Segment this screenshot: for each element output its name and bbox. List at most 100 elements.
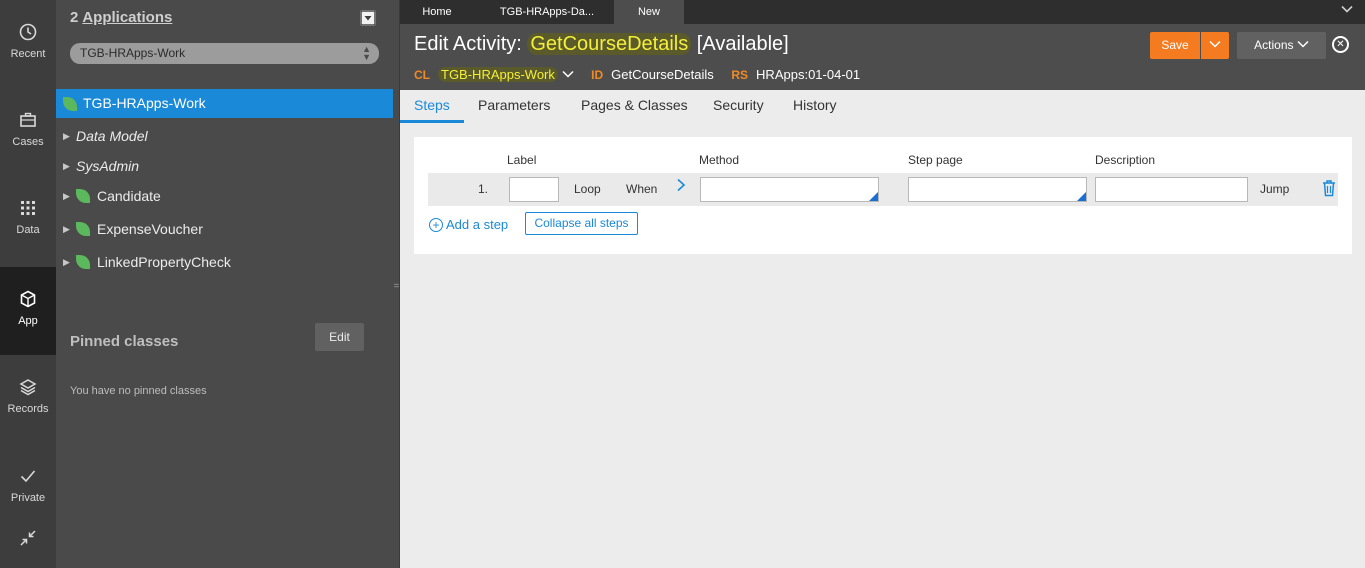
column-header-method: Method — [699, 153, 740, 167]
rail-item-cases[interactable]: Cases — [0, 88, 56, 176]
rail-label: Data — [16, 224, 40, 236]
nav-rail: Recent Cases Data App Records Private — [0, 0, 56, 568]
splitter-grip-icon[interactable]: = — [393, 281, 400, 292]
tree-node-expensevoucher[interactable]: ▶ ExpenseVoucher — [56, 216, 393, 242]
rail-item-app[interactable]: App — [0, 267, 56, 355]
expand-step-arrow-icon[interactable] — [676, 178, 686, 197]
title-status: [Available] — [696, 33, 789, 55]
tree-node-sysadmin[interactable]: ▶ SysAdmin — [56, 153, 393, 179]
tab-history[interactable]: History — [793, 97, 837, 113]
pinned-edit-button[interactable]: Edit — [315, 323, 364, 351]
column-header-label: Label — [507, 153, 537, 167]
chevron-down-icon[interactable] — [561, 69, 574, 79]
step-number: 1. — [478, 182, 489, 196]
rail-item-records[interactable]: Records — [0, 355, 56, 443]
rail-item-recent[interactable]: Recent — [0, 0, 56, 88]
leaf-icon — [76, 255, 90, 269]
application-select[interactable]: TGB-HRApps-Work ▲ ▼ — [70, 43, 379, 64]
applications-header: 2 Applications — [70, 9, 172, 26]
jump-link[interactable]: Jump — [1260, 182, 1289, 196]
collapse-all-steps-button[interactable]: Collapse all steps — [525, 212, 638, 235]
application-select-value: TGB-HRApps-Work — [80, 46, 186, 60]
tree-node-candidate[interactable]: ▶ Candidate — [56, 183, 393, 209]
description-input[interactable] — [1095, 177, 1248, 202]
title-activity-name: GetCourseDetails — [527, 33, 692, 55]
class-value: TGB-HRApps-Work — [438, 67, 558, 82]
pinned-empty-message: You have no pinned classes — [70, 385, 207, 397]
tree-node-label: TGB-HRApps-Work — [83, 95, 206, 111]
rail-label: Recent — [10, 48, 46, 60]
tree-node-linkedpropertycheck[interactable]: ▶ LinkedPropertyCheck — [56, 249, 393, 275]
layers-icon — [19, 379, 37, 396]
page-title: Edit Activity: GetCourseDetails [Availab… — [414, 33, 789, 56]
collapse-rail-button[interactable] — [0, 528, 56, 554]
tree-node-label: Candidate — [97, 188, 161, 204]
actions-label: Actions — [1254, 38, 1294, 52]
tree-node-label: ExpenseVoucher — [97, 221, 203, 237]
tab-pages-classes[interactable]: Pages & Classes — [581, 97, 688, 113]
tab-tgb-hrapps[interactable]: TGB-HRApps-Da... — [480, 0, 614, 24]
id-key: ID — [591, 68, 604, 82]
autocomplete-corner-icon — [1077, 192, 1086, 201]
application-count: 2 — [70, 9, 79, 26]
tab-steps[interactable]: Steps — [414, 97, 450, 113]
save-button[interactable]: Save — [1150, 32, 1200, 59]
check-icon — [20, 470, 36, 483]
workspace-tabs: Home TGB-HRApps-Da... New — [400, 0, 1365, 24]
collapse-arrows-icon — [20, 530, 36, 546]
tab-home[interactable]: Home — [400, 0, 474, 24]
tab-security[interactable]: Security — [713, 97, 764, 113]
add-step-link[interactable]: + Add a step — [429, 217, 508, 232]
step-page-input[interactable] — [908, 177, 1087, 202]
briefcase-icon — [20, 112, 36, 127]
add-step-label: Add a step — [446, 217, 509, 232]
rule-form-tabs: Steps Parameters Pages & Classes Securit… — [400, 90, 1365, 123]
explorer-menu-button[interactable] — [360, 10, 376, 26]
tree-node-selected[interactable]: TGB-HRApps-Work — [56, 89, 393, 118]
rail-item-private[interactable]: Private — [0, 444, 56, 532]
pinned-classes-title: Pinned classes — [70, 333, 179, 350]
expand-triangle-icon[interactable]: ▶ — [63, 123, 70, 149]
select-spinner-icon: ▲ ▼ — [362, 44, 371, 62]
column-header-step-page: Step page — [908, 153, 963, 167]
active-tab-indicator — [400, 120, 464, 123]
cube-icon — [20, 290, 36, 308]
plus-circle-icon: + — [429, 218, 443, 232]
actions-button[interactable]: Actions — [1237, 32, 1326, 59]
rule-meta: CL TGB-HRApps-Work ID GetCourseDetails RS H… — [414, 67, 874, 82]
expand-triangle-icon[interactable]: ▶ — [63, 249, 70, 275]
chevron-down-icon[interactable] — [1341, 4, 1353, 17]
tab-parameters[interactable]: Parameters — [478, 97, 550, 113]
rail-item-data[interactable]: Data — [0, 176, 56, 264]
panel-splitter[interactable]: = — [393, 0, 400, 568]
steps-panel: Label Method Step page Description 1. Lo… — [414, 137, 1352, 254]
rail-label: Records — [7, 403, 49, 415]
close-icon[interactable]: ✕ — [1332, 36, 1349, 53]
leaf-icon — [76, 222, 90, 236]
trash-icon[interactable] — [1322, 179, 1336, 197]
expand-triangle-icon[interactable]: ▶ — [63, 216, 70, 242]
step-label-input[interactable] — [509, 177, 559, 202]
clock-icon — [19, 23, 37, 41]
chevron-down-icon — [1209, 40, 1221, 48]
applications-link[interactable]: Applications — [82, 9, 172, 26]
rs-key: RS — [731, 68, 749, 82]
rs-value[interactable]: HRApps:01-04-01 — [756, 67, 860, 82]
cl-key: CL — [414, 68, 430, 82]
method-input[interactable] — [700, 177, 879, 202]
class-link[interactable]: TGB-HRApps-Work — [438, 67, 574, 82]
when-link[interactable]: When — [626, 182, 657, 196]
grid-icon — [21, 201, 35, 215]
loop-link[interactable]: Loop — [574, 182, 601, 196]
tab-new[interactable]: New — [614, 0, 684, 24]
tree-node-data-model[interactable]: ▶ Data Model — [56, 123, 393, 149]
rule-header: Edit Activity: GetCourseDetails [Availab… — [400, 24, 1365, 90]
save-menu-button[interactable] — [1201, 32, 1229, 59]
tree-node-label: Data Model — [76, 128, 148, 144]
expand-triangle-icon[interactable]: ▶ — [63, 183, 70, 209]
autocomplete-corner-icon — [869, 192, 878, 201]
leaf-icon — [76, 189, 90, 203]
expand-triangle-icon[interactable]: ▶ — [63, 153, 70, 179]
id-value: GetCourseDetails — [611, 67, 714, 82]
app-explorer: 2 Applications TGB-HRApps-Work ▲ ▼ TGB-HRA… — [56, 0, 393, 568]
